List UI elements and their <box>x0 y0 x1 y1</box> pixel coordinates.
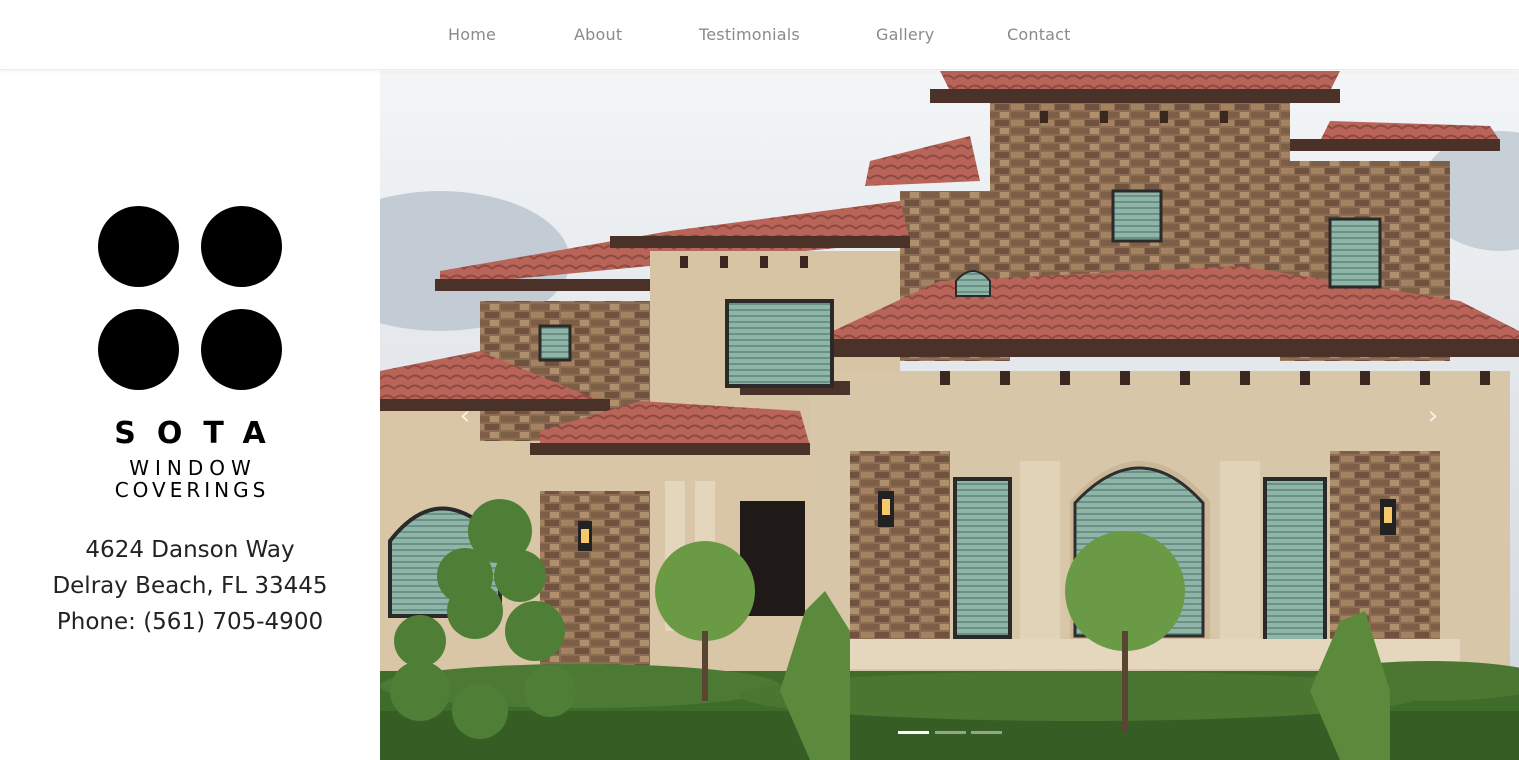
logo-dot <box>201 206 282 287</box>
logo-wordmark-window: WINDOW <box>129 456 257 480</box>
chevron-right-icon: › <box>1427 401 1439 431</box>
logo-dot <box>98 309 179 390</box>
slide-indicator-3[interactable] <box>971 731 1002 734</box>
address-city: Delray Beach, FL 33445 <box>52 573 328 599</box>
chevron-left-icon: ‹ <box>459 401 471 431</box>
nav-contact-link[interactable]: Contact <box>1007 24 1071 46</box>
slide-indicator-2[interactable] <box>935 731 966 734</box>
logo-wordmark-sota: SOTA <box>114 416 287 451</box>
sota-logo-icon[interactable] <box>98 206 282 390</box>
logo-dot <box>201 309 282 390</box>
slider-next-button[interactable]: › <box>1418 401 1448 431</box>
logo-wordmark-coverings: COVERINGS <box>114 478 270 502</box>
nav-testimonials-link[interactable]: Testimonials <box>699 24 800 46</box>
top-navigation: Home About Testimonials Gallery Contact <box>0 0 1519 70</box>
address-street: 4624 Danson Way <box>85 537 295 563</box>
nav-gallery-link[interactable]: Gallery <box>876 24 934 46</box>
slide-indicator-1[interactable] <box>898 731 929 734</box>
phone-number[interactable]: Phone: (561) 705-4900 <box>0 607 380 637</box>
nav-about-link[interactable]: About <box>574 24 622 46</box>
slider-indicators <box>898 731 1008 735</box>
house-photo <box>380 71 1519 760</box>
logo-dot <box>98 206 179 287</box>
nav-home-link[interactable]: Home <box>448 24 496 46</box>
company-info-panel: SOTA WINDOW COVERINGS 4624 Danson Way De… <box>0 71 380 760</box>
slider-prev-button[interactable]: ‹ <box>450 401 480 431</box>
hero-image-slider[interactable]: ‹ › <box>380 71 1519 760</box>
